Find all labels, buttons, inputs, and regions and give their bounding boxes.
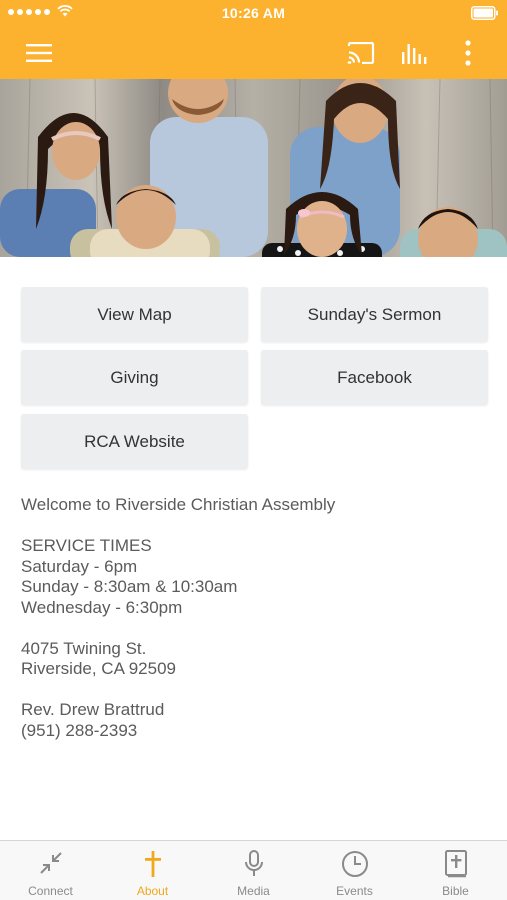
sundays-sermon-button[interactable]: Sunday's Sermon	[261, 287, 488, 342]
clock-icon	[341, 851, 368, 877]
tab-connect-label: Connect	[28, 884, 73, 898]
view-map-label: View Map	[97, 304, 172, 324]
app-bar	[0, 26, 507, 79]
welcome-text: Welcome to Riverside Christian Assembly	[21, 495, 336, 514]
hero-illustration	[0, 79, 507, 257]
cross-icon	[144, 851, 161, 877]
sundays-sermon-label: Sunday's Sermon	[307, 304, 442, 324]
microphone-icon	[244, 850, 263, 876]
tab-about[interactable]: About	[102, 841, 203, 900]
address-city: Riverside, CA 92509	[21, 659, 176, 678]
tab-about-label: About	[136, 884, 169, 898]
tab-events[interactable]: Events	[304, 841, 405, 900]
facebook-label: Facebook	[337, 367, 412, 387]
status-time: 10:26 AM	[221, 5, 286, 21]
rca-website-label: RCA Website	[84, 431, 185, 451]
church-info: Welcome to Riverside Christian Assembly …	[21, 495, 491, 741]
hamburger-menu-icon[interactable]	[14, 26, 64, 79]
tab-events-label: Events	[336, 884, 373, 898]
equalizer-icon[interactable]	[392, 26, 438, 79]
service-time-wednesday: Wednesday - 6:30pm	[21, 597, 183, 617]
tab-bible[interactable]: Bible	[405, 841, 506, 900]
view-map-button[interactable]: View Map	[21, 287, 248, 342]
phone-number: (951) 288-2393	[21, 720, 138, 740]
bottom-tab-bar: Connect About Media Events Bible	[0, 840, 507, 900]
bible-icon	[444, 850, 467, 878]
tab-bible-label: Bible	[442, 884, 469, 898]
service-time-sunday: Sunday - 8:30am & 10:30am	[21, 577, 238, 596]
giving-button[interactable]: Giving	[21, 350, 248, 405]
status-bar: 10:26 AM	[0, 0, 507, 26]
rca-website-button[interactable]: RCA Website	[21, 414, 248, 469]
tab-media-label: Media	[237, 884, 270, 898]
facebook-button[interactable]: Facebook	[261, 350, 488, 405]
battery-icon	[471, 6, 498, 20]
more-vertical-icon[interactable]	[448, 26, 488, 79]
service-times-heading: SERVICE TIMES	[21, 536, 152, 555]
connect-arrows-icon	[39, 852, 62, 874]
hero-family-photo	[0, 79, 507, 257]
pastor-name: Rev. Drew Brattrud	[21, 700, 165, 719]
address-street: 4075 Twining St.	[21, 638, 147, 658]
service-time-saturday: Saturday - 6pm	[21, 556, 138, 576]
tab-media[interactable]: Media	[203, 841, 304, 900]
cast-icon[interactable]	[338, 26, 384, 79]
tab-connect[interactable]: Connect	[0, 841, 101, 900]
giving-label: Giving	[110, 367, 159, 387]
